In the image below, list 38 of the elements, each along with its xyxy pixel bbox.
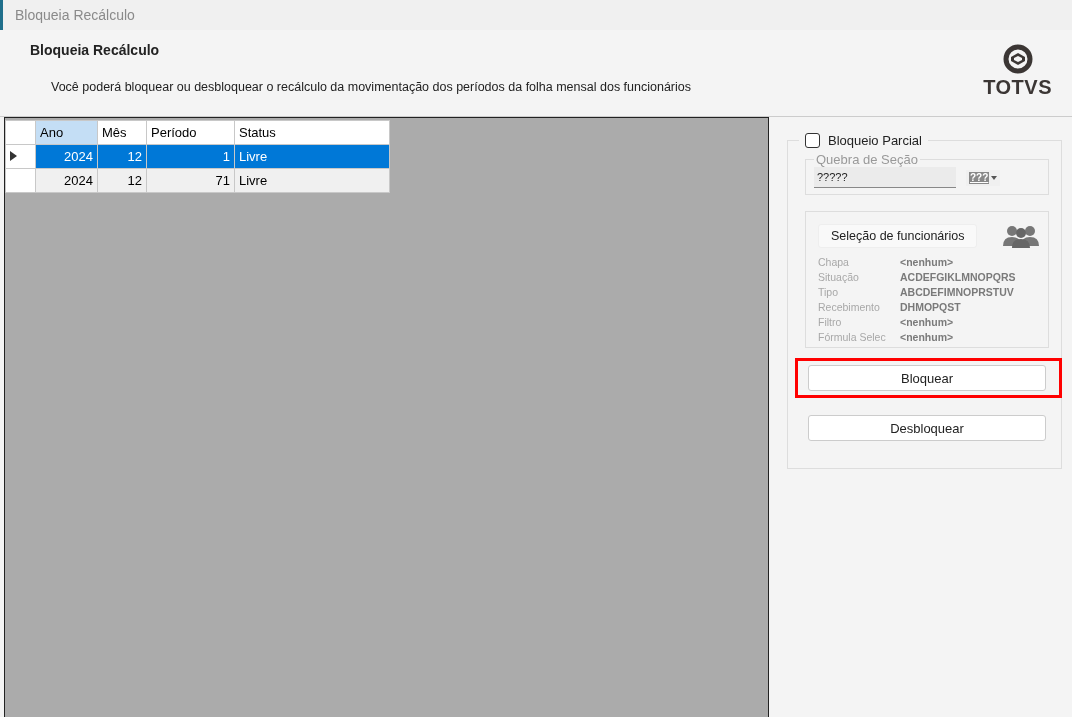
filter-label: Filtro xyxy=(818,315,843,330)
column-header[interactable]: Status xyxy=(234,120,390,145)
checkbox[interactable] xyxy=(805,133,820,148)
action-button[interactable]: Desbloquear xyxy=(808,415,1046,441)
description: Você poderá bloquear ou desbloquear o recálculo da movimentação dos períodos da folha mensal dos funcionários xyxy=(51,80,691,94)
table-cell: Livre xyxy=(234,168,390,193)
filter-value: ACDEFGIKLMNOPQRS xyxy=(900,270,1016,285)
people-icon xyxy=(1002,224,1040,248)
column-header[interactable]: Ano xyxy=(35,120,98,145)
filter-value: <nenhum> xyxy=(900,255,954,270)
window-title: Bloqueia Recálculo xyxy=(15,7,135,23)
filter-label: Situação xyxy=(818,270,860,285)
current-row-icon xyxy=(10,151,17,161)
logo-icon xyxy=(1002,44,1033,74)
picker-button[interactable]: ??? xyxy=(966,169,1001,186)
logo-text: TOTVS xyxy=(983,76,1052,99)
caret-icon xyxy=(991,175,998,180)
table-cell: 71 xyxy=(146,168,235,193)
filter-label: Tipo xyxy=(818,285,840,300)
table-cell: Livre xyxy=(234,144,390,169)
filter-value: ABCDEFIMNOPRSTUV xyxy=(900,285,1014,300)
employee-selection-button[interactable]: Seleção de funcionários xyxy=(818,224,978,248)
filter-value: <nenhum> xyxy=(900,315,954,330)
column-header[interactable]: Período xyxy=(146,120,235,145)
corner-header xyxy=(5,120,36,145)
column-header[interactable]: Mês xyxy=(97,120,147,145)
filter-value: <nenhum> xyxy=(900,330,954,345)
filter-label: Chapa xyxy=(818,255,850,270)
filter-label: Fórmula Selec xyxy=(818,330,887,345)
filter-value: DHMOPQST xyxy=(900,300,961,315)
action-button[interactable]: Bloquear xyxy=(808,365,1046,391)
dialog-title: Bloqueia Recálculo xyxy=(30,42,161,58)
filter-label: Recebimento xyxy=(818,300,881,315)
row-header[interactable] xyxy=(5,144,36,169)
group-legend: Quebra de Seção xyxy=(814,152,920,167)
section-field[interactable]: ????? xyxy=(814,167,956,188)
table-cell: 1 xyxy=(146,144,235,169)
checkbox-label: Bloqueio Parcial xyxy=(828,133,922,148)
